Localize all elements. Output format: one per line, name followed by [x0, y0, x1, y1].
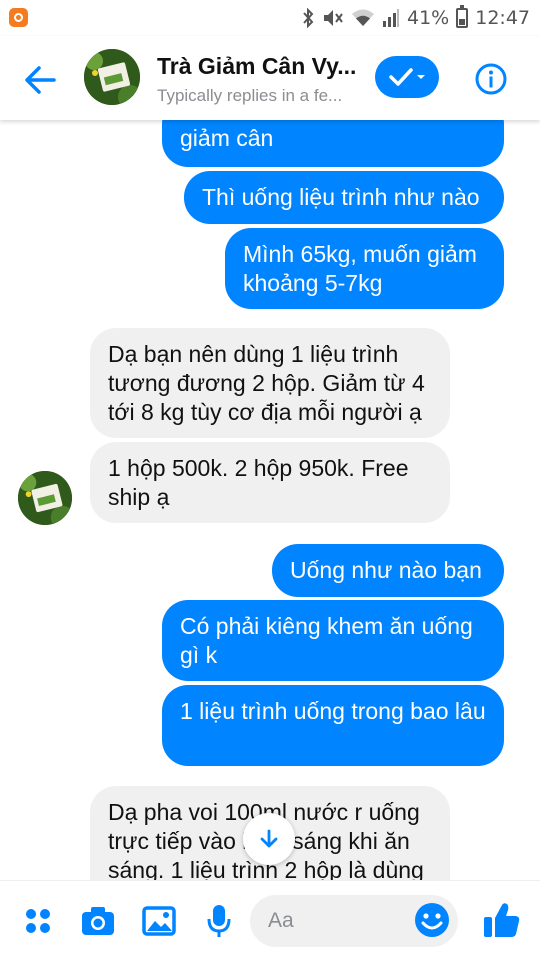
gallery-button[interactable] [139, 901, 179, 941]
message-bubble-sent[interactable]: 1 liệu trình uống trong bao lâu [162, 685, 504, 766]
more-apps-icon [26, 909, 50, 933]
check-icon [389, 68, 413, 86]
back-arrow-icon [25, 66, 56, 94]
message-bubble-sent[interactable]: Có phải kiêng khem ăn uống gì k [162, 600, 504, 681]
check-button[interactable] [375, 56, 439, 98]
chevron-down-icon [417, 75, 425, 79]
battery-percent: 41% [407, 7, 450, 29]
page-avatar[interactable] [84, 49, 140, 105]
avatar-image [18, 471, 72, 525]
message-thread[interactable]: giảm cân Thì uống liệu trình như nào Mìn… [0, 120, 540, 880]
arrow-down-icon [260, 829, 278, 848]
app-notification-icon [9, 8, 28, 27]
status-icons: 41% 12:47 [301, 4, 530, 32]
message-bubble-sent[interactable]: Thì uống liệu trình như nào [184, 171, 504, 224]
like-button[interactable] [480, 899, 522, 941]
clock: 12:47 [475, 7, 530, 29]
status-bar: 41% 12:47 [0, 0, 540, 36]
message-bubble-received[interactable]: Dạ bạn nên dùng 1 liệu trình tương đương… [90, 328, 450, 438]
bluetooth-icon [303, 8, 314, 28]
mute-icon [324, 10, 343, 26]
camera-button[interactable] [78, 901, 118, 941]
info-button[interactable] [474, 62, 508, 96]
scroll-to-bottom-button[interactable] [243, 813, 295, 865]
microphone-button[interactable] [199, 901, 239, 941]
conversation-header: Trà Giảm Cân Vy... Typically replies in … [0, 36, 540, 120]
message-bubble-sent[interactable]: giảm cân [162, 120, 504, 167]
emoji-button[interactable] [413, 901, 451, 939]
message-bubble-sent[interactable]: Mình 65kg, muốn giảm khoảng 5-7kg [225, 228, 504, 309]
thumbs-up-icon [484, 903, 520, 937]
message-bubble-received[interactable]: 1 hộp 500k. 2 hộp 950k. Free ship ạ [90, 442, 450, 523]
message-bubble-sent[interactable]: Uống như nào bạn [272, 544, 504, 597]
response-time-subtitle: Typically replies in a fe... [157, 86, 343, 105]
gallery-icon [142, 906, 176, 936]
info-icon [475, 63, 507, 95]
wifi-icon [352, 9, 374, 26]
contact-avatar[interactable] [18, 471, 72, 525]
page-title[interactable]: Trà Giảm Cân Vy... [157, 53, 357, 80]
battery-icon [456, 5, 469, 28]
back-button[interactable] [20, 60, 60, 100]
avatar-image [84, 49, 140, 105]
camera-icon [82, 907, 114, 935]
microphone-icon [207, 905, 231, 937]
composer-bar [0, 880, 540, 960]
emoji-icon [415, 903, 449, 937]
signal-icon [383, 9, 399, 27]
more-apps-button[interactable] [18, 901, 58, 941]
